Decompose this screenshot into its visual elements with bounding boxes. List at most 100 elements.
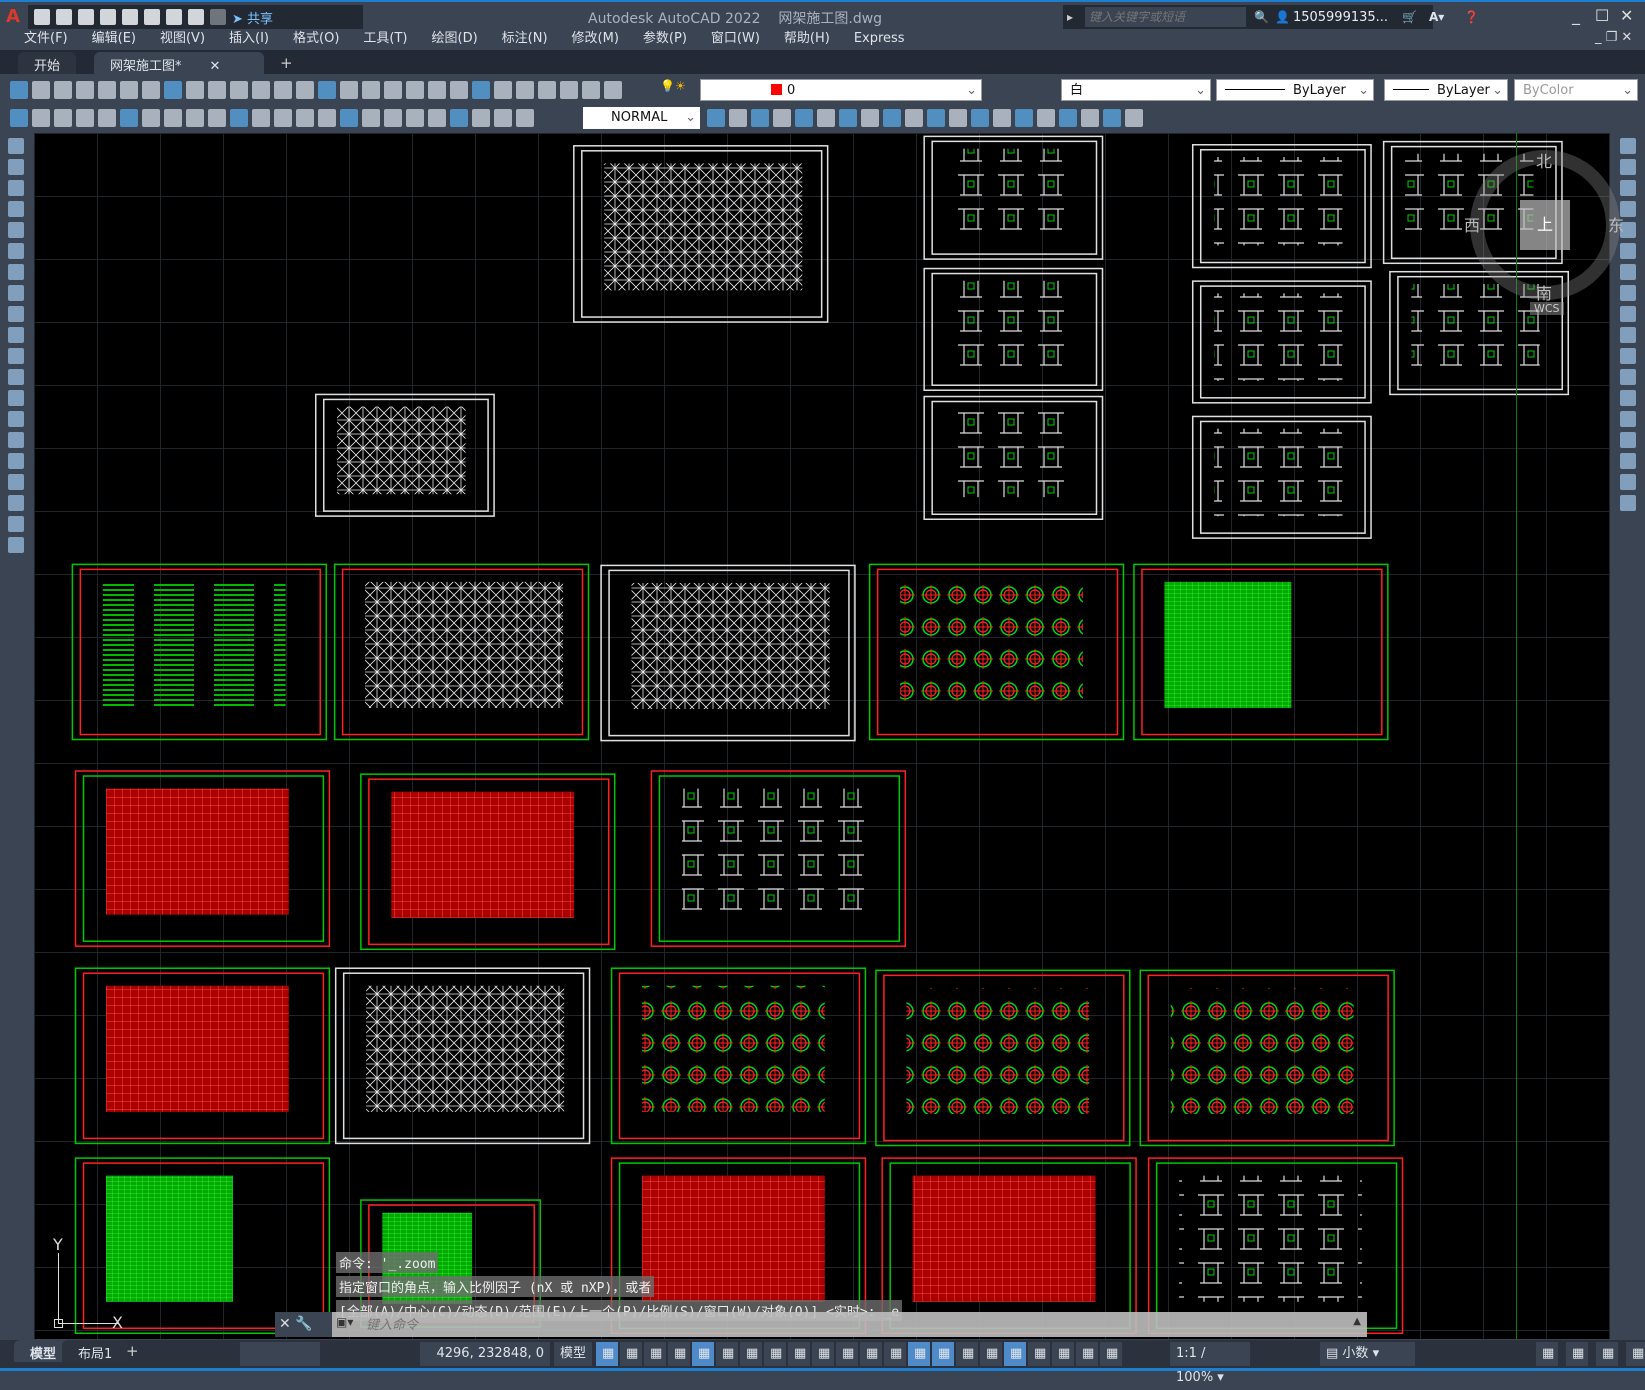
toolbar-tool-icon[interactable] [252,81,270,99]
drawing-sheet[interactable] [923,267,1104,391]
toolbar-tool-icon[interactable] [54,109,72,127]
viewcube-top[interactable]: 上 [1520,200,1570,250]
toolbar-tool-icon[interactable] [252,109,270,127]
status-toggle-icon[interactable]: ▦ [716,1342,738,1366]
toolbar-tool-icon[interactable] [751,109,769,127]
save-as-icon[interactable] [100,9,116,25]
toolbar-tool-icon[interactable] [10,81,28,99]
toolbar-tool-icon[interactable] [494,81,512,99]
menu-item[interactable]: 修改(M) [560,30,631,50]
drawing-sheet[interactable] [923,395,1104,521]
dimstyle-dropdown[interactable]: NORMAL ⌄ [583,107,700,129]
toolbar-tool-icon[interactable] [582,81,600,99]
drawing-sheet[interactable] [881,1157,1137,1335]
close-tab-icon[interactable]: ✕ [210,59,221,74]
tool-icon[interactable] [1620,138,1636,154]
toolbar-tool-icon[interactable] [98,109,116,127]
drawing-sheet[interactable] [650,770,907,947]
viewcube-south[interactable]: 南 [1536,280,1552,304]
doc-restore-button[interactable]: _ ❐ ✕ [1595,30,1632,45]
search-input[interactable] [1085,7,1247,27]
toolbar-tool-icon[interactable] [98,81,116,99]
status-toggle-icon[interactable]: ▦ [1100,1342,1122,1366]
toolbar-tool-icon[interactable] [707,109,725,127]
annotation-scale[interactable]: 1:1 / 100% ▾ [1170,1342,1250,1385]
toolbar-tool-icon[interactable] [450,109,468,127]
toolbar-tool-icon[interactable] [494,109,512,127]
toolbar-tool-icon[interactable] [164,81,182,99]
toolbar-tool-icon[interactable] [274,81,292,99]
toolbar-tool-icon[interactable] [274,109,292,127]
menu-item[interactable]: 插入(I) [217,30,281,50]
history-toggle-icon[interactable]: ▲ [1353,1316,1361,1327]
drawing-sheet[interactable] [74,967,331,1145]
command-input[interactable] [366,1314,1326,1334]
toolbar-tool-icon[interactable] [208,109,226,127]
toolbar-tool-icon[interactable] [120,81,138,99]
toolbar-tool-icon[interactable] [1081,109,1099,127]
tool-icon[interactable] [1620,180,1636,196]
toolbar-tool-icon[interactable] [32,109,50,127]
tab-drawing[interactable]: 网架施工图* ✕ [94,52,264,74]
menu-item[interactable]: 窗口(W) [699,30,772,50]
toolbar-tool-icon[interactable] [1125,109,1143,127]
menu-item[interactable]: 文件(F) [12,30,80,50]
toolbar-tool-icon[interactable] [472,81,490,99]
drawing-sheet[interactable] [573,145,829,323]
toolbar-tool-icon[interactable] [428,109,446,127]
tool-icon[interactable] [1620,285,1636,301]
status-toggle-icon[interactable]: ▦ [1028,1342,1050,1366]
tab-start[interactable]: 开始 [18,52,77,74]
toolbar-tool-icon[interactable] [384,81,402,99]
tool-icon[interactable] [1620,243,1636,259]
tool-icon[interactable] [8,411,24,427]
tool-icon[interactable] [8,243,24,259]
toolbar-tool-icon[interactable] [560,81,578,99]
layer-state-icons[interactable]: 💡☀ [660,79,686,93]
tool-icon[interactable] [1620,474,1636,490]
tool-icon[interactable] [1620,264,1636,280]
status-toggle-icon[interactable]: ▦ [764,1342,786,1366]
status-toggle-icon[interactable]: ▦ [692,1342,714,1366]
tool-icon[interactable] [8,264,24,280]
toolbar-tool-icon[interactable] [296,109,314,127]
new-icon[interactable] [34,9,50,25]
viewcube-north[interactable]: 北 [1536,148,1552,172]
toolbar-tool-icon[interactable] [296,81,314,99]
plotstyle-dropdown[interactable]: ByColor ⌄ [1514,79,1638,101]
toolbar-tool-icon[interactable] [142,81,160,99]
drawing-sheet[interactable] [74,770,331,947]
status-toggle-icon[interactable]: ▦ [1004,1342,1026,1366]
toolbar-tool-icon[interactable] [54,81,72,99]
status-toggle-icon[interactable]: ▦ [908,1342,930,1366]
status-toggle-icon[interactable]: ▦ [596,1342,618,1366]
toolbar-tool-icon[interactable] [516,109,534,127]
toolbar-tool-icon[interactable] [362,109,380,127]
toolbar-tool-icon[interactable] [10,109,28,127]
drawing-sheet[interactable] [610,967,867,1145]
status-toggle-icon[interactable]: ▦ [644,1342,666,1366]
status-toggle-icon[interactable]: ▦ [884,1342,906,1366]
status-toggle-icon[interactable]: ▦ [1536,1342,1558,1366]
wcs-menu[interactable]: WCS [1530,302,1564,315]
linetype-dropdown[interactable]: ByLayer ⌄ [1216,79,1374,101]
tool-icon[interactable] [8,159,24,175]
drawing-sheet[interactable] [1191,415,1372,539]
customize-icon[interactable]: 🔧 [295,1316,312,1332]
add-layout-button[interactable]: + [126,1342,139,1360]
status-toggle-icon[interactable]: ▦ [1076,1342,1098,1366]
toolbar-tool-icon[interactable] [861,109,879,127]
status-toggle-icon[interactable]: ▦ [932,1342,954,1366]
tool-icon[interactable] [1620,411,1636,427]
plot-icon[interactable] [166,9,182,25]
toolbar-tool-icon[interactable] [230,109,248,127]
toolbar-tool-icon[interactable] [729,109,747,127]
toolbar-tool-icon[interactable] [993,109,1011,127]
save-icon[interactable] [78,9,94,25]
toolbar-tool-icon[interactable] [362,81,380,99]
redo-icon[interactable] [210,9,226,25]
tool-icon[interactable] [8,537,24,553]
status-toggle-icon[interactable]: ▦ [620,1342,642,1366]
toolbar-tool-icon[interactable] [538,81,556,99]
drawing-sheet[interactable] [360,773,616,951]
